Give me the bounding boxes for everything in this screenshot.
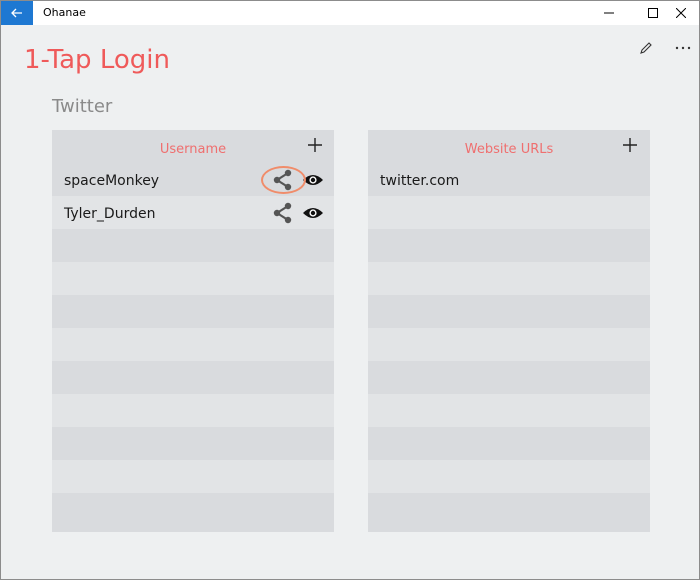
empty-row xyxy=(52,493,334,526)
app-title: Ohanae xyxy=(43,6,86,19)
close-icon xyxy=(676,8,686,18)
username-panel-header: Username xyxy=(52,130,334,163)
empty-row xyxy=(368,394,650,427)
list-item[interactable]: spaceMonkey xyxy=(52,163,334,196)
empty-row xyxy=(368,328,650,361)
app-window: Ohanae 1-Tap Login Twitter Username spac… xyxy=(0,0,700,580)
page-title: 1-Tap Login xyxy=(24,45,170,75)
share-icon[interactable] xyxy=(272,169,294,191)
share-icon[interactable] xyxy=(272,202,294,224)
empty-row xyxy=(368,229,650,262)
empty-row xyxy=(368,361,650,394)
empty-row xyxy=(52,361,334,394)
minimize-button[interactable] xyxy=(591,1,627,25)
maximize-icon xyxy=(648,8,658,18)
list-item[interactable]: twitter.com xyxy=(368,163,650,196)
username-list: spaceMonkey Tyler_Durden xyxy=(52,163,334,526)
empty-row xyxy=(368,295,650,328)
empty-row xyxy=(368,460,650,493)
empty-row xyxy=(52,427,334,460)
empty-row xyxy=(52,328,334,361)
empty-row xyxy=(368,196,650,229)
section-title: Twitter xyxy=(52,96,113,117)
back-arrow-icon xyxy=(11,8,22,18)
username-header-label: Username xyxy=(159,142,227,157)
username-text: spaceMonkey xyxy=(64,173,160,189)
empty-row xyxy=(368,493,650,526)
empty-row xyxy=(52,262,334,295)
eye-icon[interactable] xyxy=(302,205,324,221)
eye-icon[interactable] xyxy=(302,172,324,188)
more-dots-icon xyxy=(675,46,691,50)
title-bar: Ohanae xyxy=(1,1,699,25)
edit-button[interactable] xyxy=(637,39,655,57)
empty-row xyxy=(52,295,334,328)
list-item[interactable]: Tyler_Durden xyxy=(52,196,334,229)
empty-row xyxy=(52,229,334,262)
website-urls-panel: Website URLs twitter.com xyxy=(368,130,650,532)
minimize-icon xyxy=(604,12,614,14)
close-button[interactable] xyxy=(663,1,699,25)
urls-panel-header: Website URLs xyxy=(368,130,650,163)
empty-row xyxy=(368,262,650,295)
back-button[interactable] xyxy=(1,1,33,25)
urls-header-label: Website URLs xyxy=(464,142,554,157)
add-url-button[interactable] xyxy=(623,138,637,152)
empty-row xyxy=(52,394,334,427)
add-username-button[interactable] xyxy=(308,138,322,152)
pencil-icon xyxy=(640,42,652,54)
username-panel: Username spaceMonkey Tyler_Durden xyxy=(52,130,334,532)
url-text: twitter.com xyxy=(380,173,460,189)
more-button[interactable] xyxy=(674,39,692,57)
empty-row xyxy=(368,427,650,460)
empty-row xyxy=(52,460,334,493)
username-text: Tyler_Durden xyxy=(64,206,156,222)
url-list: twitter.com xyxy=(368,163,650,526)
